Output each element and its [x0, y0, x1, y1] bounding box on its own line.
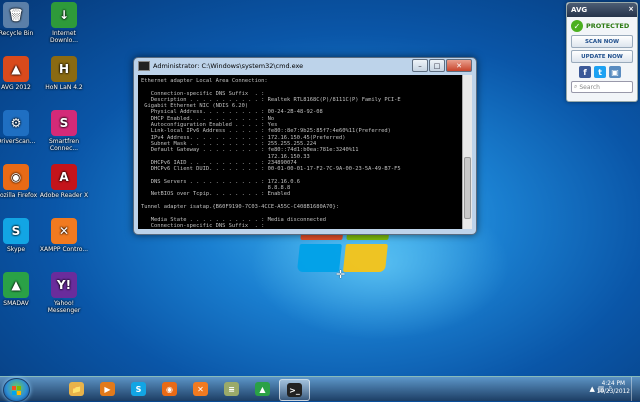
smartfren-icon: S [51, 110, 77, 136]
avg-header: AVG × [567, 3, 637, 17]
xampp-icon: ✕ [51, 218, 77, 244]
desktop-icon-label: Adobe Reader X [39, 192, 89, 199]
console-output[interactable]: Ethernet adapter Local Area Connection: … [138, 75, 462, 229]
desktop-icon-label: AVG 2012 [1, 84, 31, 91]
avg-gadget: AVG × ✓ PROTECTED SCAN NOW UPDATE NOW f … [566, 2, 638, 102]
desktop-icon-label: SMADAV [3, 300, 29, 307]
skype-icon: S [3, 218, 29, 244]
desktop-icon[interactable]: ⚙ DriverScan... [0, 110, 41, 145]
cmd-icon: >_ [287, 383, 302, 397]
desktop-icon[interactable]: A Adobe Reader X [39, 164, 89, 199]
desktop-icon-label: DriverScan... [0, 138, 36, 145]
crosshair-cursor-icon: ✛ [336, 268, 346, 281]
gadget-close-icon[interactable]: × [628, 5, 634, 13]
taskbar-button[interactable]: ▶ [93, 379, 122, 399]
desktop-icon[interactable]: S Skype [0, 218, 41, 253]
taskbar-button[interactable]: ✕ [186, 379, 215, 399]
taskbar-button[interactable]: 📁 [62, 379, 91, 399]
taskbar-button[interactable]: ▲ [248, 379, 277, 399]
desktop-icon-label: Skype [6, 246, 26, 253]
taskbar: 📁 ▶ S ◉ ✕ ≡ ▲ >_ ▲ ▥ ♪ 4:24 PM 10/23/2012 [0, 376, 640, 402]
tray-arrow-icon[interactable]: ▲ [590, 385, 595, 393]
minimize-button[interactable]: – [412, 59, 428, 72]
cmd-titlebar[interactable]: Administrator: C:\Windows\system32\cmd.e… [134, 58, 476, 74]
desktop-icon[interactable]: S Smartfren Connec... [39, 110, 89, 152]
desktop-icon[interactable]: ◉ Mozilla Firefox [0, 164, 41, 199]
scrollbar-thumb[interactable] [464, 157, 471, 219]
twitter-icon[interactable]: t [594, 66, 606, 78]
xampp-icon: ✕ [193, 382, 208, 396]
protection-status-text: PROTECTED [586, 22, 630, 30]
show-desktop-button[interactable] [631, 377, 640, 401]
search-placeholder: Search [579, 83, 600, 91]
notepad-icon: ≡ [224, 382, 239, 396]
taskbar-button[interactable]: ≡ [217, 379, 246, 399]
desktop-icon[interactable]: ✕ XAMPP Contro... [39, 218, 89, 253]
yahoo-messenger-icon: Y! [51, 272, 77, 298]
facebook-icon[interactable]: f [579, 66, 591, 78]
maximize-button[interactable]: □ [429, 59, 445, 72]
smadav-icon: ▲ [3, 272, 29, 298]
cmd-window[interactable]: Administrator: C:\Windows\system32\cmd.e… [133, 57, 477, 235]
cmd-icon [138, 61, 150, 71]
desktop-icon[interactable]: H HoN LaN 4.2 [39, 56, 89, 91]
hon-icon: H [51, 56, 77, 82]
desktop-icon[interactable]: ▲ SMADAV [0, 272, 41, 307]
avg-search-input[interactable]: ⌕ Search [571, 81, 633, 93]
start-button[interactable] [3, 378, 30, 402]
taskbar-button[interactable]: >_ [279, 379, 310, 401]
cmd-title-text: Administrator: C:\Windows\system32\cmd.e… [153, 62, 304, 70]
share-icon[interactable]: ▣ [609, 66, 621, 78]
desktop-icon-label: Recycle Bin [0, 30, 34, 37]
close-button[interactable]: ✕ [446, 59, 472, 72]
desktop-icon[interactable]: ▲ AVG 2012 [0, 56, 41, 91]
avg-logo-text: AVG [571, 6, 588, 14]
clock-time: 4:24 PM [601, 381, 625, 387]
check-icon: ✓ [571, 20, 583, 32]
clock-date: 10/23/2012 [596, 389, 630, 395]
adobe-reader-icon: A [51, 164, 77, 190]
media-player-icon: ▶ [100, 382, 115, 396]
desktop-icon-label: Smartfren Connec... [48, 138, 80, 152]
scan-now-button[interactable]: SCAN NOW [571, 35, 633, 48]
firefox-icon: ◉ [162, 382, 177, 396]
avg-icon: ▲ [3, 56, 29, 82]
firefox-icon: ◉ [3, 164, 29, 190]
desktop-icon[interactable]: 🗑 Recycle Bin [0, 2, 41, 37]
desktop-icon-label: Yahoo! Messenger [47, 300, 81, 314]
desktop-icon-label: Mozilla Firefox [0, 192, 38, 199]
recycle-bin-icon: 🗑 [3, 2, 29, 28]
windows-explorer-icon: 📁 [69, 382, 84, 396]
search-icon: ⌕ [574, 83, 578, 90]
download-manager-icon: ↓ [51, 2, 77, 28]
taskbar-button[interactable]: S [124, 379, 153, 399]
protection-status: ✓ PROTECTED [571, 20, 633, 32]
desktop-icon-label: HoN LaN 4.2 [45, 84, 83, 91]
desktop-icon-label: XAMPP Contro... [39, 246, 89, 253]
clock[interactable]: 4:24 PM 10/23/2012 [597, 380, 630, 396]
desktop-icon-label: Internet Downlo... [50, 30, 78, 44]
console-scrollbar[interactable] [462, 75, 472, 229]
smadav-icon: ▲ [255, 382, 270, 396]
desktop-icon[interactable]: ↓ Internet Downlo... [39, 2, 89, 44]
driverscanner-icon: ⚙ [3, 110, 29, 136]
social-links: f t ▣ [579, 66, 637, 78]
update-now-button[interactable]: UPDATE NOW [571, 50, 633, 63]
skype-icon: S [131, 382, 146, 396]
taskbar-button[interactable]: ◉ [155, 379, 184, 399]
windows-logo-icon [12, 385, 21, 395]
desktop-icon[interactable]: Y! Yahoo! Messenger [39, 272, 89, 314]
console-line: Connection-specific DNS Suffix . : [141, 222, 265, 229]
